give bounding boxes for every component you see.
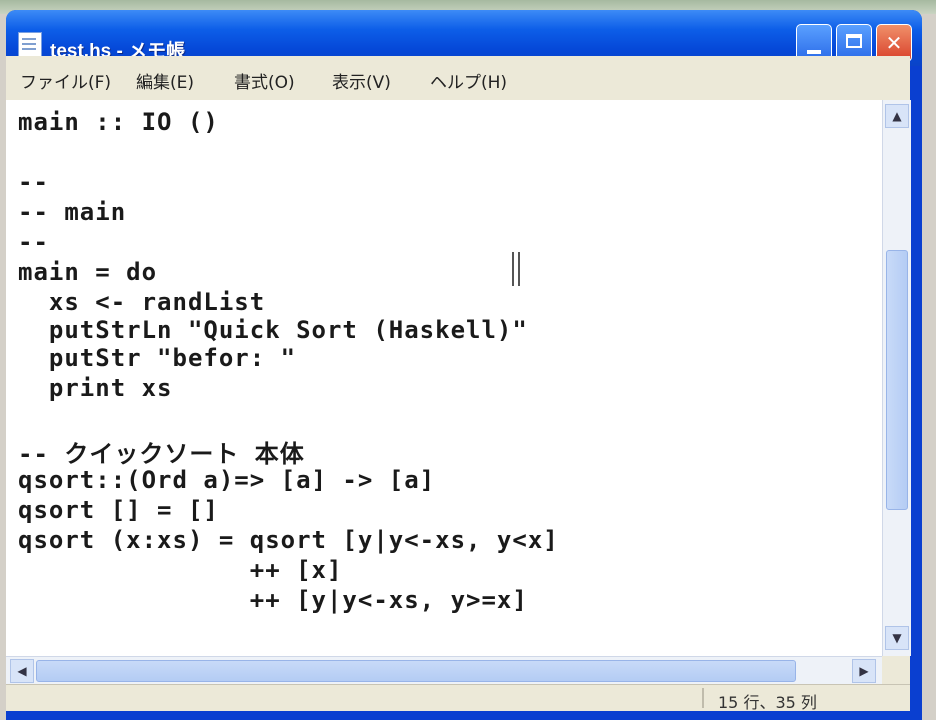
code-line: -- クイックソート 本体 [18, 440, 305, 468]
close-icon: ✕ [885, 31, 903, 55]
scroll-right-button[interactable]: ▶ [852, 659, 876, 683]
code-line: main :: IO () [18, 108, 219, 136]
text-editor[interactable]: main :: IO () -- -- main -- main = do xs… [6, 100, 882, 656]
vertical-scroll-thumb[interactable] [886, 250, 908, 510]
code-line: qsort [] = [] [18, 496, 219, 524]
status-divider [702, 688, 704, 708]
text-cursor-icon [512, 252, 520, 286]
scrollbar-corner [882, 656, 910, 684]
scroll-up-button[interactable]: ▲ [885, 104, 909, 128]
minimize-icon [807, 50, 821, 54]
code-line: -- [18, 228, 49, 256]
maximize-icon [846, 34, 862, 48]
status-bar: 15 行、35 列 [6, 684, 910, 712]
menu-format[interactable]: 書式(O) [234, 68, 295, 93]
vertical-scrollbar[interactable]: ▲ ▼ [882, 100, 911, 656]
code-line: putStrLn "Quick Sort (Haskell)" [18, 316, 528, 344]
code-line: ++ [y|y<-xs, y>=x] [18, 586, 528, 614]
cursor-position: 15 行、35 列 [718, 693, 817, 712]
menu-edit[interactable]: 編集(E) [136, 68, 194, 93]
scroll-left-button[interactable]: ◀ [10, 659, 34, 683]
menu-help[interactable]: ヘルプ(H) [430, 68, 507, 93]
menu-view[interactable]: 表示(V) [332, 68, 391, 93]
code-line: putStr "befor: " [18, 344, 297, 372]
code-line: ++ [x] [18, 556, 343, 584]
scroll-down-button[interactable]: ▼ [885, 626, 909, 650]
code-line: qsort (x:xs) = qsort [y|y<-xs, y<x] [18, 526, 559, 554]
menu-file[interactable]: ファイル(F) [20, 68, 111, 93]
code-line: qsort::(Ord a)=> [a] -> [a] [18, 466, 436, 494]
code-line: main = do [18, 258, 158, 286]
menu-bar: ファイル(F) 編集(E) 書式(O) 表示(V) ヘルプ(H) [6, 56, 910, 101]
notepad-icon [18, 32, 42, 58]
horizontal-scrollbar[interactable]: ◀ ▶ [6, 656, 882, 685]
code-line: print xs [18, 374, 173, 402]
code-line: xs <- randList [18, 288, 266, 316]
code-line: -- main [18, 198, 127, 226]
code-line: -- [18, 168, 49, 196]
horizontal-scroll-thumb[interactable] [36, 660, 796, 682]
